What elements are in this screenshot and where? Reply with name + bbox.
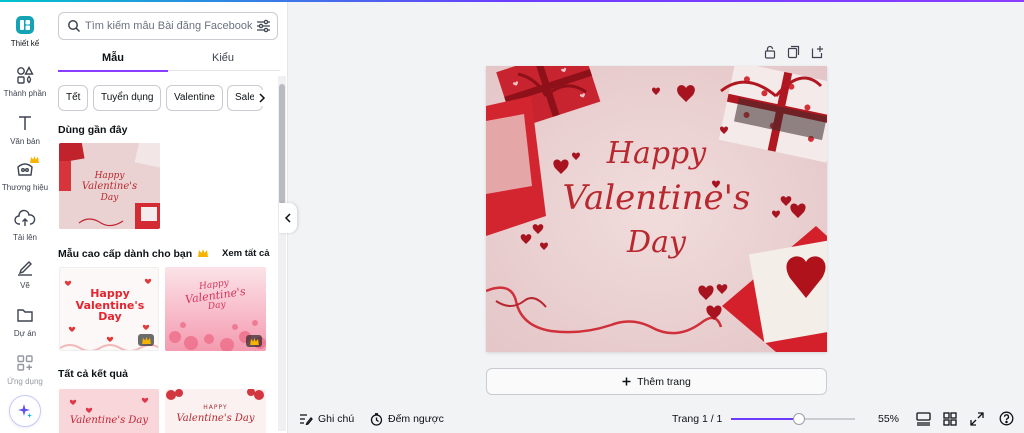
premium-template-thumb-1[interactable]: Happy Valentine's Day: [59, 267, 159, 351]
chips-next-button[interactable]: [254, 90, 270, 106]
notes-icon: [300, 414, 313, 425]
text-icon: [19, 116, 31, 130]
notes-button[interactable]: Ghi chú: [299, 405, 354, 433]
panel-scroll-thumb[interactable]: [279, 84, 285, 204]
grid-view-icon[interactable]: [943, 412, 957, 426]
bottom-toolbar: Ghi chú Đếm ngược Trang 1 / 1 55%: [289, 405, 1024, 433]
plus-icon: [622, 377, 631, 386]
crown-icon: [198, 249, 209, 257]
folder-icon: [17, 309, 33, 322]
chevron-right-icon: [259, 93, 266, 103]
premium-title-text: Mẫu cao cấp dành cho bạn: [58, 248, 193, 260]
chip-valentine[interactable]: Valentine: [166, 85, 223, 111]
rail-item-projects[interactable]: Dự án: [0, 304, 50, 338]
rail-item-apps[interactable]: Ứng dụng: [0, 352, 50, 386]
zoom-slider[interactable]: [731, 413, 855, 425]
page-indicator[interactable]: Trang 1 / 1: [672, 405, 722, 433]
canvas-text-happy[interactable]: Happy: [486, 136, 827, 172]
recent-section-title: Dùng gần đây: [58, 124, 128, 136]
canvas-text-valentines[interactable]: Valentine's: [486, 178, 827, 219]
canvas-text-day[interactable]: Day: [486, 225, 827, 261]
zoom-slider-fill: [731, 418, 799, 420]
timer-icon: [370, 412, 383, 426]
result-template-thumb-1[interactable]: Valentine's Day: [59, 389, 159, 433]
rail-item-text[interactable]: Văn bản: [0, 112, 50, 146]
panel-scrollbar[interactable]: [278, 76, 286, 431]
result-thumb-2-art: [165, 389, 266, 433]
filter-chips: Tết Tuyển dụng Valentine Sale: [58, 85, 270, 111]
rail-label-projects: Dự án: [13, 329, 37, 338]
panel-tabs: Mẫu Kiểu: [58, 48, 280, 72]
chip-recruitment[interactable]: Tuyển dụng: [93, 85, 162, 111]
result-2-text: Valentine's Day: [176, 413, 255, 424]
rail-item-upload[interactable]: Tải lên: [0, 208, 50, 242]
timer-label: Đếm ngược: [388, 413, 444, 425]
crown-badge-icon: [30, 156, 39, 163]
premium-1-line-3: Day: [98, 310, 122, 324]
lock-icon[interactable]: [764, 45, 776, 59]
upload-icon: [14, 209, 36, 226]
draw-icon: [18, 261, 32, 276]
see-all-link[interactable]: Xem tất cả: [222, 248, 270, 259]
rail-label-text: Văn bản: [10, 137, 40, 146]
rail-item-elements[interactable]: Thành phần: [0, 64, 50, 98]
fullscreen-icon[interactable]: [970, 412, 984, 426]
magic-sparkle-icon: [18, 404, 32, 418]
filter-icon[interactable]: [256, 19, 271, 33]
premium-section-title: Mẫu cao cấp dành cho bạn: [58, 248, 209, 260]
result-1-text: Valentine's Day: [69, 415, 149, 426]
rail-label-elements: Thành phần: [3, 89, 47, 98]
tabs-divider: [168, 70, 280, 71]
result-thumb-1-art: [59, 389, 159, 433]
premium-badge-2: [246, 335, 262, 347]
design-page[interactable]: Happy Valentine's Day: [486, 66, 827, 352]
elements-icon: [17, 66, 34, 84]
search-icon: [68, 20, 81, 33]
timer-button[interactable]: Đếm ngược: [370, 405, 444, 433]
zoom-slider-knob[interactable]: [793, 413, 805, 425]
search-input[interactable]: [85, 17, 253, 35]
recent-thumb-line-3: Day: [100, 192, 119, 203]
recent-template-thumb[interactable]: Happy Valentine's Day: [59, 143, 160, 229]
premium-template-thumb-2[interactable]: Happy Valentine's Day: [165, 267, 266, 351]
premium-badge-1: [138, 334, 154, 346]
rail-label-apps: Ứng dụng: [7, 377, 43, 386]
crown-icon: [141, 336, 151, 344]
add-page-icon[interactable]: [811, 45, 824, 59]
recent-thumb-line-2: Valentine's: [81, 181, 138, 193]
help-icon[interactable]: [999, 411, 1014, 426]
tab-templates[interactable]: Mẫu: [58, 48, 168, 72]
search-box[interactable]: [58, 12, 278, 40]
rail-item-design[interactable]: Thiết kế: [0, 14, 50, 48]
rail-label-design: Thiết kế: [10, 39, 40, 48]
premium-1-line-1: Happy: [90, 287, 130, 300]
result-2-top-text: HAPPY: [203, 404, 228, 411]
rail-item-draw[interactable]: Vẽ: [0, 256, 50, 290]
crown-icon: [249, 337, 259, 345]
apps-icon: [17, 355, 33, 371]
design-icon: [16, 16, 34, 34]
left-rail: Thiết kế Thành phần Văn bản Thương hiệu …: [0, 2, 50, 433]
templates-panel: Mẫu Kiểu Tết Tuyển dụng Valentine Sale D…: [50, 2, 288, 433]
rail-label-draw: Vẽ: [20, 281, 30, 290]
chip-tet[interactable]: Tết: [58, 85, 89, 111]
all-results-title: Tất cả kết quả: [58, 368, 129, 380]
result-template-thumb-2[interactable]: HAPPY Valentine's Day: [165, 389, 266, 433]
zoom-value[interactable]: 55%: [878, 405, 899, 433]
recent-thumb-line-1: Happy: [94, 171, 125, 181]
notes-label: Ghi chú: [318, 413, 355, 425]
magic-button[interactable]: [9, 395, 41, 427]
add-page-button[interactable]: Thêm trang: [486, 368, 827, 395]
rail-label-brand: Thương hiệu: [1, 183, 49, 192]
chevron-left-icon: [284, 213, 291, 223]
tab-styles[interactable]: Kiểu: [168, 48, 278, 72]
rail-label-upload: Tải lên: [12, 233, 37, 242]
pages-view-icon[interactable]: [916, 412, 931, 426]
collapse-panel-button[interactable]: [279, 203, 297, 233]
duplicate-page-icon[interactable]: [787, 45, 800, 59]
add-page-label: Thêm trang: [637, 375, 691, 388]
rail-item-brand[interactable]: Thương hiệu: [0, 156, 50, 192]
